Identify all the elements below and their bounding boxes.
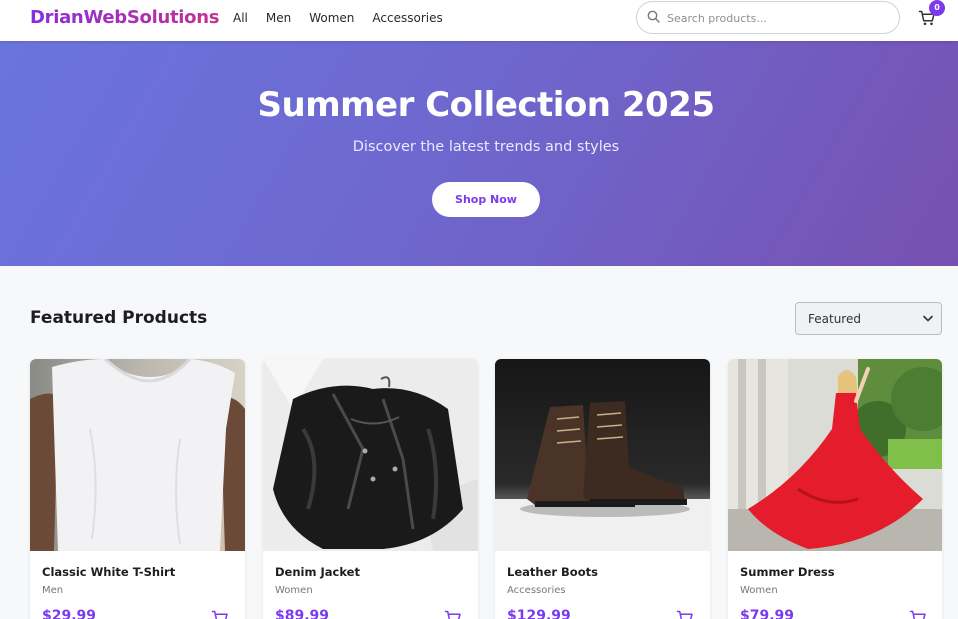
section-title: Featured Products	[30, 308, 208, 328]
search-icon	[647, 10, 660, 23]
product-price: $29.99	[42, 608, 97, 619]
product-name[interactable]: Leather Boots	[507, 565, 598, 579]
hero-subtitle: Discover the latest trends and styles	[352, 139, 620, 155]
sort-selected-value: Featured	[808, 312, 861, 326]
cart-count-badge: 0	[929, 0, 945, 16]
product-name[interactable]: Classic White T-Shirt	[42, 565, 175, 579]
product-card[interactable]: Summer Dress Women $79.99	[728, 359, 942, 619]
product-category: Accessories	[507, 585, 566, 596]
search-input[interactable]	[667, 9, 887, 27]
product-category: Women	[740, 585, 778, 596]
category-nav: All Men Women Accessories	[233, 11, 443, 25]
product-card[interactable]: Leather Boots Accessories $129.99	[495, 359, 710, 619]
sort-select[interactable]: Featured	[795, 302, 942, 335]
shop-now-button[interactable]: Shop Now	[432, 182, 540, 217]
add-to-cart-icon[interactable]	[444, 609, 462, 619]
product-image-boots[interactable]	[495, 359, 710, 551]
nav-all[interactable]: All	[233, 11, 248, 25]
add-to-cart-icon[interactable]	[211, 609, 229, 619]
product-card[interactable]: Denim Jacket Women $89.99	[263, 359, 478, 619]
search-box	[636, 1, 900, 34]
product-category: Men	[42, 585, 64, 596]
nav-women[interactable]: Women	[309, 11, 354, 25]
nav-accessories[interactable]: Accessories	[372, 11, 442, 25]
nav-men[interactable]: Men	[266, 11, 291, 25]
add-to-cart-icon[interactable]	[676, 609, 694, 619]
product-image-dress[interactable]	[728, 359, 942, 551]
product-image-jacket[interactable]	[263, 359, 478, 551]
product-name[interactable]: Denim Jacket	[275, 565, 360, 579]
product-price: $129.99	[507, 608, 571, 619]
product-price: $79.99	[740, 608, 795, 619]
site-header: DrianWebSolutions All Men Women Accessor…	[0, 0, 958, 41]
brand-logo[interactable]: DrianWebSolutions	[30, 7, 219, 28]
product-category: Women	[275, 585, 313, 596]
add-to-cart-icon[interactable]	[909, 609, 927, 619]
hero-title: Summer Collection 2025	[257, 85, 715, 125]
chevron-down-icon	[923, 315, 933, 322]
product-card[interactable]: Classic White T-Shirt Men $29.99	[30, 359, 245, 619]
product-image-tshirt[interactable]	[30, 359, 245, 551]
hero-banner: Summer Collection 2025 Discover the late…	[0, 41, 958, 266]
product-name[interactable]: Summer Dress	[740, 565, 835, 579]
product-price: $89.99	[275, 608, 330, 619]
